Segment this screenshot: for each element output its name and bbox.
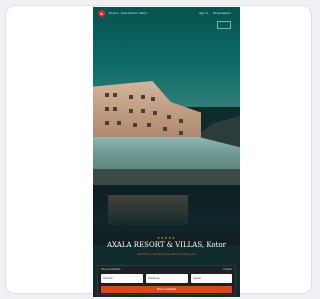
nav-link-offers[interactable]: Offers: [139, 11, 147, 15]
window: [153, 111, 157, 115]
check-out-field[interactable]: Check-out: [146, 274, 188, 283]
window: [129, 109, 133, 113]
window: [167, 115, 171, 119]
window: [129, 95, 133, 99]
guests-label: Guests: [193, 277, 201, 280]
top-navigation: A Rooms Experiences Offers Sign in Reser…: [93, 7, 240, 21]
nav-link-experiences[interactable]: Experiences: [121, 11, 138, 15]
window: [105, 121, 109, 125]
hero-subtitle: Beachfront resort with private villas an…: [137, 253, 196, 256]
pool-terrace: [93, 169, 240, 185]
window: [133, 123, 137, 127]
window: [105, 107, 109, 111]
check-in-label: Check-in: [103, 277, 113, 280]
pool-reflection: [108, 195, 188, 225]
nav-link-sign-in[interactable]: Sign in: [199, 11, 208, 15]
check-out-label: Check-out: [148, 277, 160, 280]
hotel-title: AXALA RESORT & VILLAS, Kotor: [107, 241, 226, 249]
menu-icon[interactable]: [217, 21, 231, 29]
window: [179, 119, 183, 123]
check-availability-button[interactable]: Check availability: [101, 286, 232, 293]
window: [179, 131, 183, 135]
nav-link-reservations[interactable]: Reservations: [213, 11, 231, 15]
check-in-field[interactable]: Check-in: [101, 274, 143, 283]
window: [151, 97, 155, 101]
nav-link-rooms[interactable]: Rooms: [109, 11, 119, 15]
window: [141, 95, 145, 99]
star-rating: ★★★★★: [157, 236, 176, 240]
website-preview: A Rooms Experiences Offers Sign in Reser…: [93, 7, 240, 297]
brand-logo[interactable]: A: [98, 10, 105, 17]
flexible-dates-toggle[interactable]: Flexible: [223, 268, 232, 271]
glass-facade: [93, 137, 240, 171]
window: [147, 123, 151, 127]
window: [163, 127, 167, 131]
booking-form-title: Check availability: [101, 268, 121, 271]
window: [141, 109, 145, 113]
window: [113, 93, 117, 97]
window: [117, 121, 121, 125]
guests-field[interactable]: Guests: [191, 274, 232, 283]
window: [113, 107, 117, 111]
window: [105, 93, 109, 97]
booking-form: Check availability Flexible Check-in Che…: [97, 265, 236, 295]
